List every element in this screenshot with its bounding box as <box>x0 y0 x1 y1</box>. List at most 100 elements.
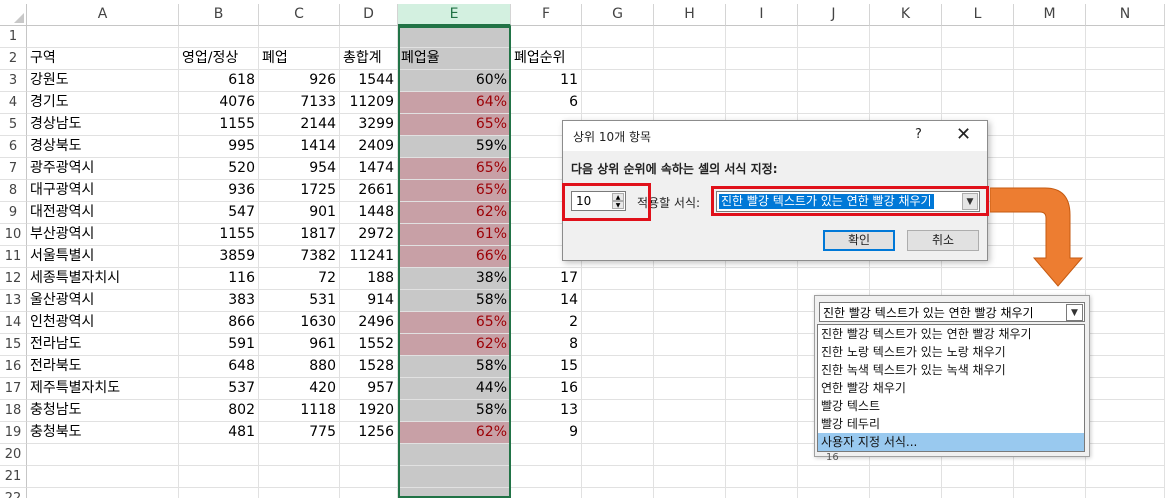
region-cell[interactable]: 제주특별자치도 <box>27 378 179 400</box>
value-cell[interactable]: 3859 <box>179 246 259 268</box>
cell[interactable] <box>654 422 726 444</box>
cell[interactable] <box>1014 26 1086 48</box>
cell[interactable] <box>259 444 340 466</box>
value-cell[interactable]: 995 <box>179 136 259 158</box>
value-cell[interactable]: 65% <box>398 114 511 136</box>
value-cell[interactable]: 383 <box>179 290 259 312</box>
cell[interactable] <box>870 466 942 488</box>
row-header[interactable]: 11 <box>0 246 27 268</box>
select-all-corner[interactable] <box>0 4 27 26</box>
cell[interactable] <box>1086 334 1165 356</box>
region-cell[interactable]: 충청남도 <box>27 400 179 422</box>
region-cell[interactable]: 대구광역시 <box>27 180 179 202</box>
cell[interactable] <box>654 312 726 334</box>
cell[interactable] <box>511 466 582 488</box>
cell[interactable] <box>582 26 654 48</box>
header-cell-e[interactable]: 폐업율 <box>398 48 511 70</box>
row-header[interactable]: 21 <box>0 466 27 488</box>
format-select-value[interactable]: 진한 빨강 텍스트가 있는 연한 빨강 채우기 <box>719 194 934 209</box>
cell[interactable] <box>1086 224 1165 246</box>
row-header[interactable]: 7 <box>0 158 27 180</box>
column-header-k[interactable]: K <box>870 4 942 26</box>
cell[interactable] <box>582 70 654 92</box>
cell[interactable] <box>259 466 340 488</box>
column-header-a[interactable]: A <box>27 4 179 26</box>
cell[interactable] <box>398 466 511 488</box>
cell[interactable] <box>654 444 726 466</box>
cell[interactable] <box>942 92 1014 114</box>
row-header[interactable]: 2 <box>0 48 27 70</box>
cell[interactable] <box>340 488 398 498</box>
cell[interactable] <box>179 26 259 48</box>
row-header[interactable]: 15 <box>0 334 27 356</box>
rank-count-value[interactable]: 10 <box>576 194 591 208</box>
cell[interactable] <box>582 466 654 488</box>
cell[interactable] <box>1086 246 1165 268</box>
value-cell[interactable]: 8 <box>511 334 582 356</box>
close-icon[interactable]: ✕ <box>956 124 971 145</box>
cell[interactable] <box>1086 48 1165 70</box>
cell[interactable] <box>726 422 798 444</box>
cell[interactable] <box>27 26 179 48</box>
value-cell[interactable]: 901 <box>259 202 340 224</box>
region-cell[interactable]: 울산광역시 <box>27 290 179 312</box>
region-cell[interactable]: 경기도 <box>27 92 179 114</box>
value-cell[interactable]: 961 <box>259 334 340 356</box>
value-cell[interactable]: 64% <box>398 92 511 114</box>
cell[interactable] <box>654 92 726 114</box>
cell[interactable] <box>654 356 726 378</box>
region-cell[interactable]: 광주광역시 <box>27 158 179 180</box>
cell[interactable] <box>870 70 942 92</box>
cell[interactable] <box>179 466 259 488</box>
cell[interactable] <box>1086 268 1165 290</box>
cell[interactable] <box>1086 378 1165 400</box>
column-header-e[interactable]: E <box>398 4 511 26</box>
cell[interactable] <box>1086 92 1165 114</box>
cell[interactable] <box>582 268 654 290</box>
cell[interactable] <box>27 488 179 498</box>
value-cell[interactable]: 547 <box>179 202 259 224</box>
spin-down-button[interactable]: ▼ <box>612 201 624 209</box>
value-cell[interactable]: 7133 <box>259 92 340 114</box>
cell[interactable] <box>654 334 726 356</box>
cell[interactable] <box>1014 48 1086 70</box>
value-cell[interactable]: 17 <box>511 268 582 290</box>
row-header[interactable]: 5 <box>0 114 27 136</box>
cell[interactable] <box>726 444 798 466</box>
cell[interactable] <box>654 400 726 422</box>
ok-button[interactable]: 확인 <box>823 230 895 251</box>
cell[interactable] <box>1086 444 1165 466</box>
cell[interactable] <box>1086 70 1165 92</box>
cell[interactable] <box>1014 488 1086 498</box>
row-header[interactable]: 10 <box>0 224 27 246</box>
dropdown-option[interactable]: 진한 녹색 텍스트가 있는 녹색 채우기 <box>818 361 1084 379</box>
value-cell[interactable]: 2972 <box>340 224 398 246</box>
value-cell[interactable]: 866 <box>179 312 259 334</box>
row-header[interactable]: 9 <box>0 202 27 224</box>
cell[interactable] <box>870 488 942 498</box>
column-header-j[interactable]: J <box>798 4 870 26</box>
cell[interactable] <box>1086 312 1165 334</box>
cell[interactable] <box>726 268 798 290</box>
cell[interactable] <box>582 356 654 378</box>
row-header[interactable]: 22 <box>0 488 27 498</box>
value-cell[interactable]: 520 <box>179 158 259 180</box>
cell[interactable] <box>582 378 654 400</box>
cell[interactable] <box>1086 26 1165 48</box>
value-cell[interactable]: 62% <box>398 422 511 444</box>
cell[interactable] <box>511 26 582 48</box>
region-cell[interactable]: 전라북도 <box>27 356 179 378</box>
value-cell[interactable]: 954 <box>259 158 340 180</box>
cell[interactable] <box>654 268 726 290</box>
cell[interactable] <box>654 48 726 70</box>
value-cell[interactable]: 1474 <box>340 158 398 180</box>
value-cell[interactable]: 11209 <box>340 92 398 114</box>
column-header-g[interactable]: G <box>582 4 654 26</box>
value-cell[interactable]: 1118 <box>259 400 340 422</box>
row-header[interactable]: 17 <box>0 378 27 400</box>
value-cell[interactable]: 13 <box>511 400 582 422</box>
value-cell[interactable]: 591 <box>179 334 259 356</box>
value-cell[interactable]: 1414 <box>259 136 340 158</box>
value-cell[interactable]: 2661 <box>340 180 398 202</box>
spinner-up-down-icon[interactable]: ▲ ▼ <box>612 193 624 209</box>
